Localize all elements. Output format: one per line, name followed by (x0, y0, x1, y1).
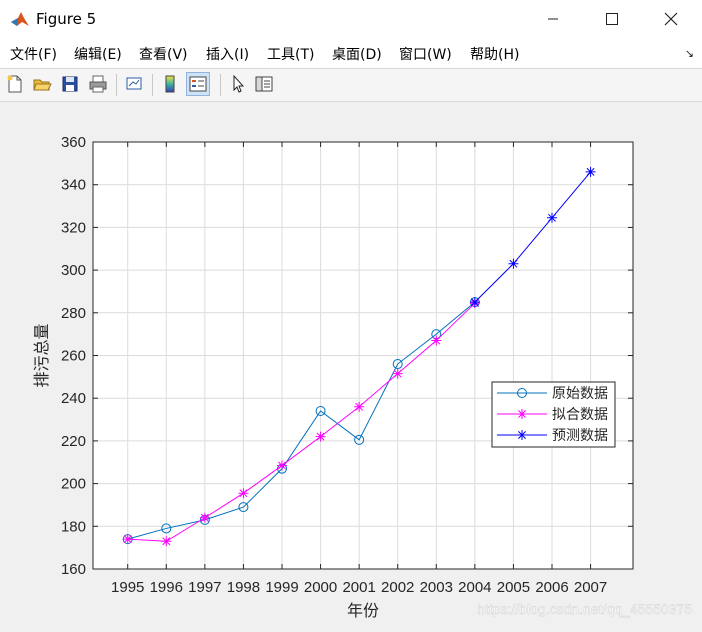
y-tick-label: 200 (61, 476, 86, 493)
x-tick-label: 2000 (304, 579, 337, 596)
menu-edit[interactable]: 编辑(E) (74, 44, 122, 64)
x-tick-label: 2001 (342, 579, 375, 596)
data-point-star (585, 166, 596, 177)
property-inspector-button[interactable] (252, 72, 276, 96)
print-button[interactable] (86, 72, 110, 96)
close-icon (664, 12, 678, 26)
maximize-icon (606, 13, 618, 25)
x-axis-label: 年份 (347, 601, 379, 620)
data-point-star (508, 258, 519, 269)
watermark-text: https://blog.csdn.net/qq_45550375 (477, 601, 692, 617)
matlab-icon (11, 12, 29, 26)
x-tick-label: 2005 (497, 579, 530, 596)
title-bar: Figure 5 (0, 0, 702, 38)
x-tick-label: 1995 (111, 579, 144, 596)
y-tick-label: 180 (61, 518, 86, 535)
x-tick-label: 2003 (420, 579, 453, 596)
data-point-star (354, 401, 365, 412)
minimize-icon (548, 18, 558, 20)
y-tick-label: 220 (61, 433, 86, 450)
y-tick-label: 300 (61, 262, 86, 279)
menu-view[interactable]: 查看(V) (139, 44, 188, 64)
window-title: Figure 5 (36, 10, 97, 28)
save-icon (62, 76, 78, 92)
menu-file[interactable]: 文件(F) (10, 44, 57, 64)
legend-icon (189, 76, 207, 92)
y-tick-label: 260 (61, 348, 86, 365)
close-button[interactable] (648, 0, 694, 38)
data-point-star (161, 536, 172, 547)
data-point-star (122, 534, 133, 545)
x-tick-label: 2004 (458, 579, 491, 596)
x-tick-label: 1997 (188, 579, 221, 596)
data-point-star (469, 297, 480, 308)
menu-bar: 文件(F) 编辑(E) 查看(V) 插入(I) 工具(T) 桌面(D) 窗口(W… (0, 38, 702, 68)
legend-label: 拟合数据 (552, 407, 608, 423)
legend-marker (517, 409, 527, 419)
data-point-star (431, 335, 442, 346)
x-tick-label: 1996 (150, 579, 183, 596)
link-plot-button[interactable] (122, 72, 146, 96)
data-point-star (277, 460, 287, 471)
menu-insert[interactable]: 插入(I) (206, 44, 249, 64)
line-chart: 1995 1996 1997 1998 1999 2000 2001 2002 2003 2004… (32, 134, 692, 620)
data-point-star (315, 431, 326, 442)
data-point-star (199, 512, 210, 523)
colorbar-icon (165, 75, 175, 93)
x-tick-label: 1999 (265, 579, 298, 596)
data-point-star (392, 368, 403, 379)
y-axis-label: 排污总量 (32, 323, 51, 387)
y-tick-label: 160 (61, 561, 86, 578)
figure-area: 1995 1996 1997 1998 1999 2000 2001 2002 2003 2004… (0, 101, 702, 628)
new-file-icon (7, 75, 22, 93)
x-tick-label: 2007 (574, 579, 607, 596)
data-point-star (547, 212, 557, 223)
x-tick-label: 2002 (381, 579, 414, 596)
menu-window[interactable]: 窗口(W) (399, 44, 452, 64)
y-tick-label: 340 (61, 177, 86, 194)
insert-colorbar-button[interactable] (158, 72, 182, 96)
save-button[interactable] (58, 72, 82, 96)
y-tick-label: 280 (61, 305, 86, 322)
toolbar-separator (152, 74, 153, 96)
y-tick-label: 320 (61, 219, 86, 236)
print-icon (89, 75, 107, 93)
insert-legend-button[interactable] (186, 72, 210, 96)
folder-open-icon (33, 79, 52, 91)
open-file-button[interactable] (30, 72, 54, 96)
toolbar-separator (220, 74, 221, 96)
menu-desktop[interactable]: 桌面(D) (332, 44, 382, 64)
link-plot-icon (126, 77, 142, 90)
new-figure-button[interactable] (3, 72, 27, 96)
y-tick-label: 360 (61, 134, 86, 151)
edit-plot-button[interactable] (226, 72, 250, 96)
legend-label: 原始数据 (552, 386, 608, 402)
dock-arrow-icon[interactable]: ↘ (685, 47, 694, 60)
x-tick-label: 2006 (535, 579, 568, 596)
pointer-arrow-icon (233, 74, 245, 93)
x-tick-label: 1998 (227, 579, 260, 596)
menu-tools[interactable]: 工具(T) (267, 44, 314, 64)
legend-label: 预测数据 (552, 428, 608, 444)
menu-help[interactable]: 帮助(H) (470, 44, 519, 64)
toolbar (0, 68, 702, 102)
minimize-button[interactable] (530, 0, 576, 38)
maximize-button[interactable] (589, 0, 635, 38)
legend-marker (517, 430, 527, 440)
y-tick-label: 240 (61, 390, 86, 407)
data-point-star (238, 488, 249, 499)
property-inspector-icon (255, 76, 273, 92)
toolbar-separator (116, 74, 117, 96)
